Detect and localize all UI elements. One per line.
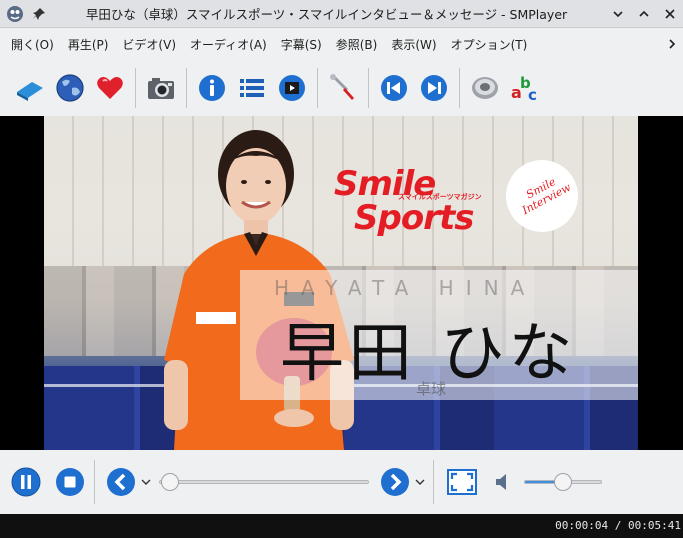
forward-button[interactable] <box>377 464 413 500</box>
menu-options[interactable]: オプション(T) <box>444 36 535 53</box>
seek-handle[interactable] <box>161 473 180 491</box>
chevron-down-icon <box>141 479 151 485</box>
status-bar: 00:00:04 / 00:05:41 <box>0 514 683 538</box>
video-frame: HAYATA HINA 早田 ひな 卓球 Smile スマイルスポーツマガジン … <box>44 116 638 450</box>
previous-button[interactable] <box>374 66 414 110</box>
menu-open[interactable]: 開く(O) <box>4 36 61 53</box>
screenshot-button[interactable] <box>141 66 181 110</box>
toolbar-separator <box>368 68 369 108</box>
smile-sports-logo: Smile スマイルスポーツマガジン Sports <box>334 164 482 238</box>
maximize-button[interactable] <box>631 2 657 26</box>
stop-button[interactable] <box>52 464 88 500</box>
abc-icon: abc <box>511 74 537 104</box>
menu-play[interactable]: 再生(P) <box>61 36 116 53</box>
book-icon <box>17 82 43 101</box>
pause-icon <box>11 467 41 497</box>
menu-video[interactable]: ビデオ(V) <box>115 36 183 53</box>
fullscreen-icon <box>447 469 477 495</box>
previous-icon <box>381 75 407 101</box>
preferences-button[interactable] <box>323 66 363 110</box>
next-button[interactable] <box>414 66 454 110</box>
volume-slider[interactable] <box>524 472 602 492</box>
speaker-icon <box>472 77 498 99</box>
playlist-icon <box>240 79 264 97</box>
volume-icon <box>496 474 506 490</box>
chevron-down-icon <box>613 10 623 17</box>
menu-view[interactable]: 表示(W) <box>384 36 443 53</box>
chevron-left-icon <box>107 468 135 496</box>
rewind-menu-button[interactable] <box>139 464 153 500</box>
app-icon[interactable] <box>4 3 26 25</box>
seek-track[interactable] <box>159 480 369 484</box>
camera-icon <box>148 78 174 99</box>
info-button[interactable] <box>192 66 232 110</box>
romaji-name: HAYATA HINA <box>274 276 537 300</box>
toolbar: abc <box>0 60 683 116</box>
toolbar-separator <box>135 68 136 108</box>
time-display: 00:00:04 / 00:05:41 <box>555 519 681 532</box>
control-separator <box>433 460 434 504</box>
menu-subtitles[interactable]: 字幕(S) <box>274 36 329 53</box>
playlist-button[interactable] <box>232 66 272 110</box>
sport-category: 卓球 <box>416 380 447 398</box>
video-display[interactable]: HAYATA HINA 早田 ひな 卓球 Smile スマイルスポーツマガジン … <box>0 116 683 450</box>
toolbar-separator <box>317 68 318 108</box>
globe-icon <box>56 74 84 102</box>
chevron-up-icon <box>639 10 649 17</box>
title-bar: 早田ひな（卓球）スマイルスポーツ・スマイルインタビュー＆メッセージ - SMPl… <box>0 0 683 28</box>
heart-icon <box>97 77 123 99</box>
video-clip-icon <box>279 75 305 101</box>
menu-overflow-button[interactable] <box>661 38 683 50</box>
chevron-right-icon <box>669 39 676 49</box>
minimize-button[interactable] <box>605 2 631 26</box>
chevron-down-icon <box>415 479 425 485</box>
smile-interview-badge: Smile Interview <box>506 160 578 232</box>
audio-equalizer-button[interactable] <box>465 66 505 110</box>
favorites-button[interactable] <box>90 66 130 110</box>
toolbar-separator <box>459 68 460 108</box>
tools-icon <box>330 74 354 100</box>
chevron-right-icon <box>381 468 409 496</box>
pin-icon[interactable] <box>30 5 48 23</box>
seek-slider[interactable] <box>159 472 369 492</box>
svg-text:c: c <box>528 86 537 104</box>
volume-handle[interactable] <box>554 473 572 491</box>
close-button[interactable] <box>657 2 683 26</box>
control-bar <box>0 450 683 514</box>
rewind-button[interactable] <box>103 464 139 500</box>
stop-icon <box>56 468 84 496</box>
menu-audio[interactable]: オーディオ(A) <box>183 36 274 53</box>
pause-button[interactable] <box>8 464 44 500</box>
window-title: 早田ひな（卓球）スマイルスポーツ・スマイルインタビュー＆メッセージ - SMPl… <box>85 7 568 22</box>
mute-button[interactable] <box>488 467 518 497</box>
next-icon <box>421 75 447 101</box>
open-file-button[interactable] <box>10 66 50 110</box>
control-separator <box>94 460 95 504</box>
toolbar-separator <box>186 68 187 108</box>
close-icon <box>665 8 675 19</box>
menu-browse[interactable]: 参照(B) <box>329 36 385 53</box>
forward-menu-button[interactable] <box>413 464 427 500</box>
info-icon <box>199 75 225 101</box>
video-equalizer-button[interactable] <box>272 66 312 110</box>
open-url-button[interactable] <box>50 66 90 110</box>
menu-bar: 開く(O) 再生(P) ビデオ(V) オーディオ(A) 字幕(S) 参照(B) … <box>0 28 683 60</box>
subtitles-button[interactable]: abc <box>505 66 545 110</box>
fullscreen-button[interactable] <box>444 464 480 500</box>
